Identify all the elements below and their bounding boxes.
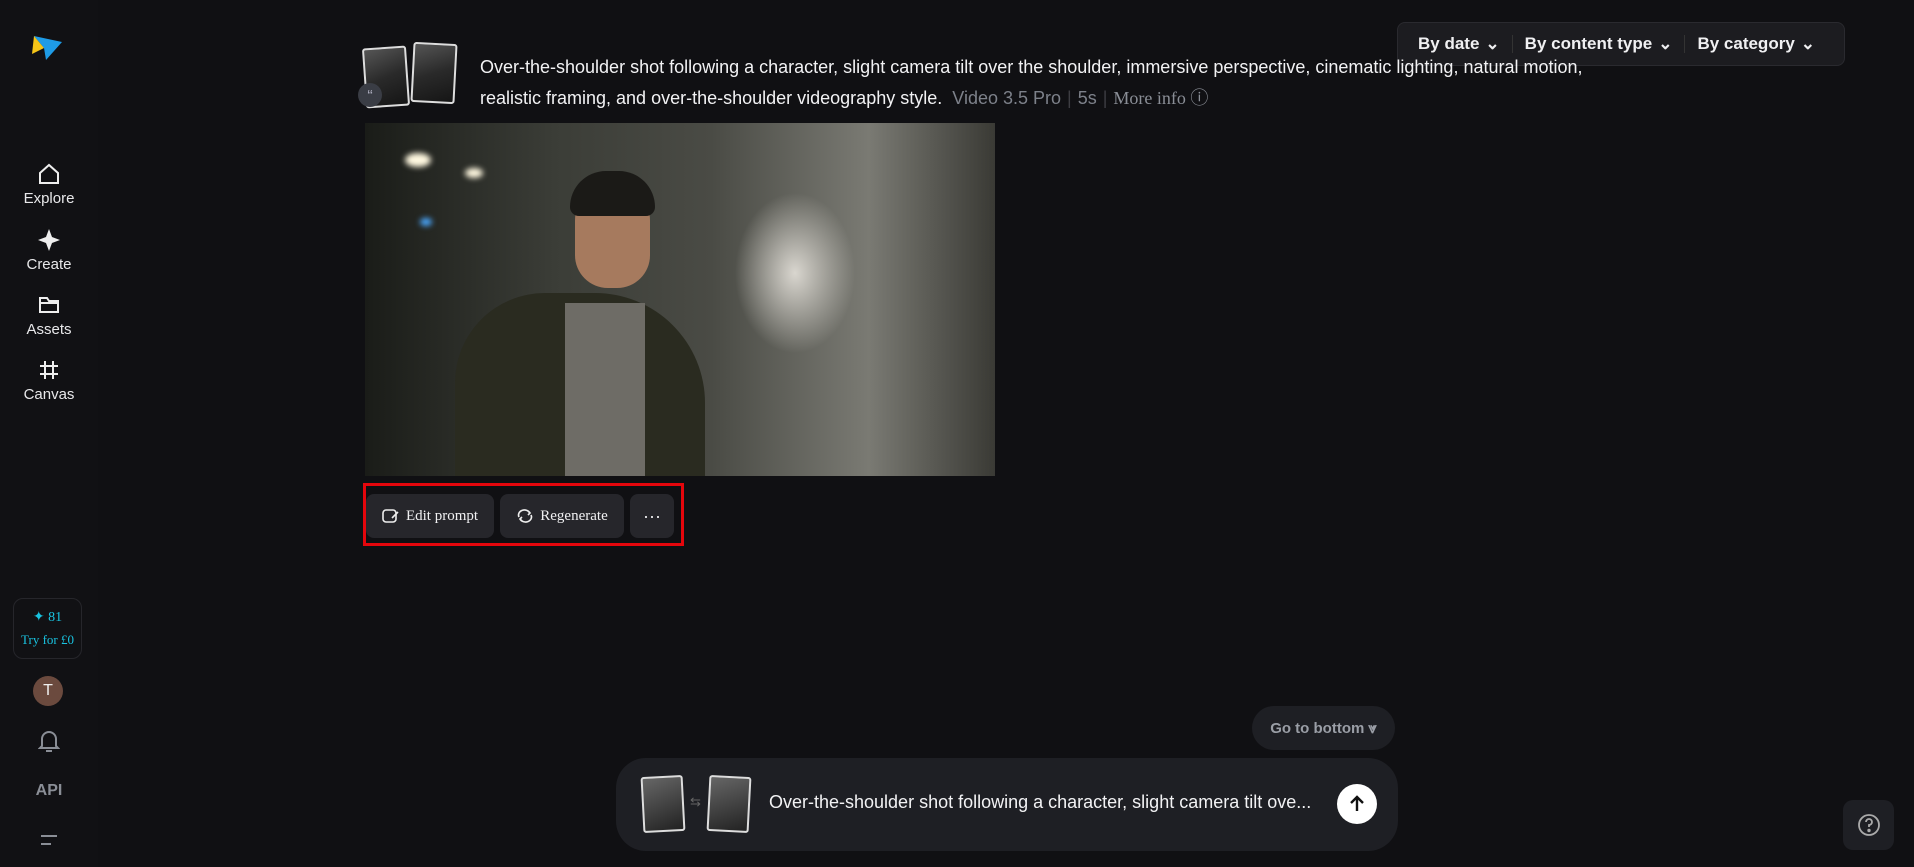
nav-label: Create <box>26 256 72 273</box>
generation-prompt: Over-the-shoulder shot following a chara… <box>480 57 1583 108</box>
more-info-label: More info <box>1113 88 1186 108</box>
more-options-button[interactable]: ··· <box>630 494 674 538</box>
thumbnail-image <box>706 774 752 834</box>
filter-by-content-type[interactable]: By content type ⌄ <box>1513 34 1685 54</box>
nav-create[interactable]: Create <box>0 228 98 273</box>
filter-by-category[interactable]: By category ⌄ <box>1685 34 1827 54</box>
credits-count: 81 <box>48 610 63 625</box>
button-label: Regenerate <box>540 507 608 524</box>
api-link[interactable]: API <box>0 782 98 800</box>
crop-icon <box>40 361 58 379</box>
credits-box[interactable]: ✦ 81 Try for £0 <box>13 598 82 659</box>
go-to-bottom-button[interactable]: Go to bottom ⩔ <box>1252 706 1395 750</box>
swap-icon: ⇆ <box>690 794 701 809</box>
thumbnail-image <box>640 774 686 834</box>
prompt-input-bar[interactable]: ⇆ Over-the-shoulder shot following a cha… <box>616 758 1398 851</box>
arrow-up-icon <box>1350 795 1364 811</box>
button-label: Edit prompt <box>405 507 479 524</box>
info-icon: ⓘ <box>1190 88 1209 108</box>
refresh-icon <box>517 509 533 523</box>
ellipsis-icon: ··· <box>643 505 661 526</box>
home-icon <box>39 163 59 184</box>
send-button[interactable] <box>1337 784 1377 824</box>
generated-video[interactable] <box>365 123 995 476</box>
person-shirt <box>565 303 645 476</box>
regenerate-button[interactable]: Regenerate <box>500 494 624 538</box>
notifications-bell-icon[interactable] <box>0 729 98 758</box>
reference-thumbnails: “ <box>358 41 462 109</box>
sparkle-icon: ✦ <box>32 610 45 625</box>
filter-label: By category <box>1697 34 1795 53</box>
more-info-link[interactable]: More info ⓘ <box>1113 88 1208 108</box>
light <box>420 218 432 226</box>
folder-icon <box>39 297 59 313</box>
try-offer[interactable]: Try for £0 <box>14 632 81 648</box>
light <box>405 153 431 167</box>
duration: 5s <box>1077 88 1097 108</box>
button-label: Go to bottom <box>1270 719 1365 737</box>
chevron-down-icon: ⌄ <box>1485 34 1500 53</box>
chevron-down-icon: ⌄ <box>1800 34 1816 53</box>
action-buttons-highlight: Edit prompt Regenerate ··· <box>363 483 684 546</box>
nav-label: Assets <box>26 321 72 338</box>
nav-assets[interactable]: Assets <box>0 293 98 338</box>
menu-icon[interactable] <box>0 832 98 853</box>
filter-by-date[interactable]: By date ⌄ <box>1406 34 1512 54</box>
nav-canvas[interactable]: Canvas <box>0 358 98 403</box>
edit-prompt-button[interactable]: Edit prompt <box>366 494 494 538</box>
thumbnail-image <box>410 41 458 105</box>
sparkle-icon <box>38 229 60 251</box>
avatar[interactable]: T <box>33 676 63 706</box>
double-chevron-down-icon: ⩔ <box>1368 719 1377 737</box>
nav-label: Canvas <box>23 386 75 403</box>
nav-label: Explore <box>23 190 75 207</box>
model-name: Video 3.5 Pro <box>952 88 1062 108</box>
light <box>465 168 483 178</box>
logo-icon[interactable] <box>30 30 64 64</box>
nav-explore[interactable]: Explore <box>0 162 98 207</box>
help-button[interactable] <box>1843 800 1894 850</box>
help-icon <box>1857 814 1880 836</box>
filter-label: By date <box>1418 34 1480 53</box>
prompt-input[interactable]: Over-the-shoulder shot following a chara… <box>769 792 1311 813</box>
quote-icon[interactable]: “ <box>358 83 382 107</box>
sidebar: Explore Create Assets Canvas ✦ 81 Try fo… <box>0 0 98 867</box>
person-hair <box>570 171 655 216</box>
chevron-down-icon: ⌄ <box>1658 34 1673 53</box>
filter-label: By content type <box>1524 34 1653 53</box>
edit-icon <box>382 509 399 523</box>
